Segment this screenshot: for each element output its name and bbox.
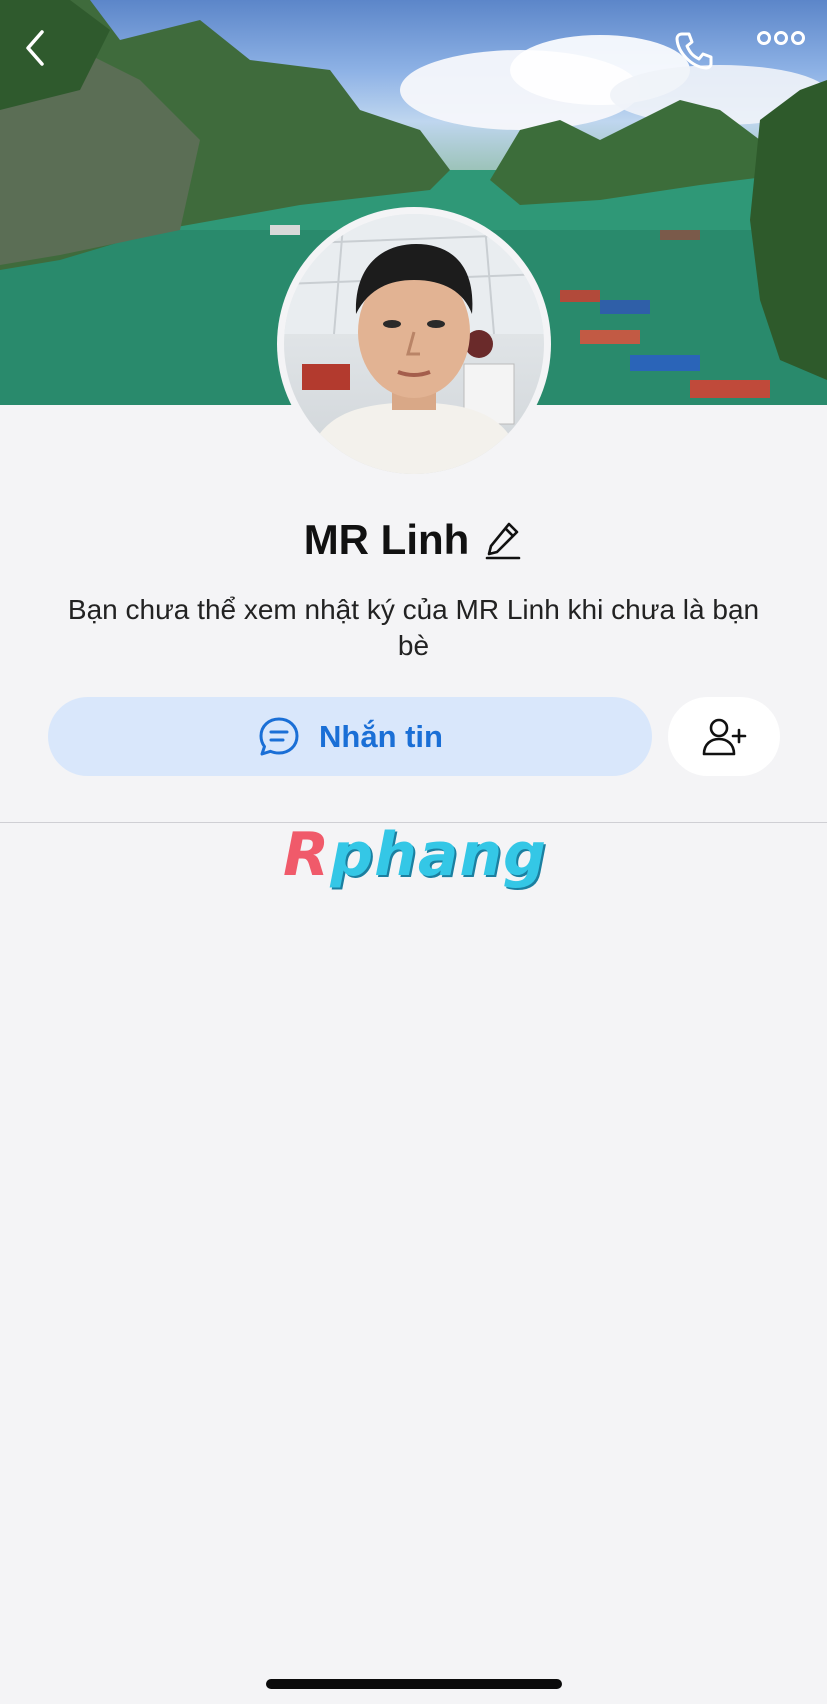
- privacy-notice: Bạn chưa thể xem nhật ký của MR Linh khi…: [67, 594, 760, 661]
- avatar[interactable]: [277, 207, 551, 481]
- edit-name-button[interactable]: [483, 518, 523, 562]
- profile-name-row: MR Linh: [0, 508, 827, 572]
- home-indicator[interactable]: [266, 1679, 562, 1689]
- avatar-photo: [284, 214, 544, 474]
- watermark-rest: phang: [330, 820, 548, 890]
- watermark-logo: Rphang: [282, 815, 548, 895]
- chevron-left-icon: [26, 30, 44, 66]
- message-button-label: Nhắn tin: [319, 718, 443, 754]
- pencil-icon: [486, 522, 521, 560]
- phone-icon: [675, 32, 713, 70]
- back-button[interactable]: [22, 28, 62, 78]
- person-photo: [284, 214, 544, 474]
- profile-name: MR Linh: [303, 516, 470, 563]
- profile-screen: MR Linh Bạn chưa thể xem nhật ký của MR …: [0, 0, 827, 1704]
- add-friend-icon: [702, 718, 747, 755]
- chat-bubble-icon: [259, 717, 299, 755]
- watermark-first-letter: R: [282, 820, 331, 890]
- call-button[interactable]: [672, 28, 722, 78]
- add-friend-button[interactable]: [668, 697, 780, 776]
- message-button[interactable]: Nhắn tin: [48, 697, 652, 776]
- more-horizontal-icon: [757, 31, 805, 45]
- more-button[interactable]: [756, 30, 812, 74]
